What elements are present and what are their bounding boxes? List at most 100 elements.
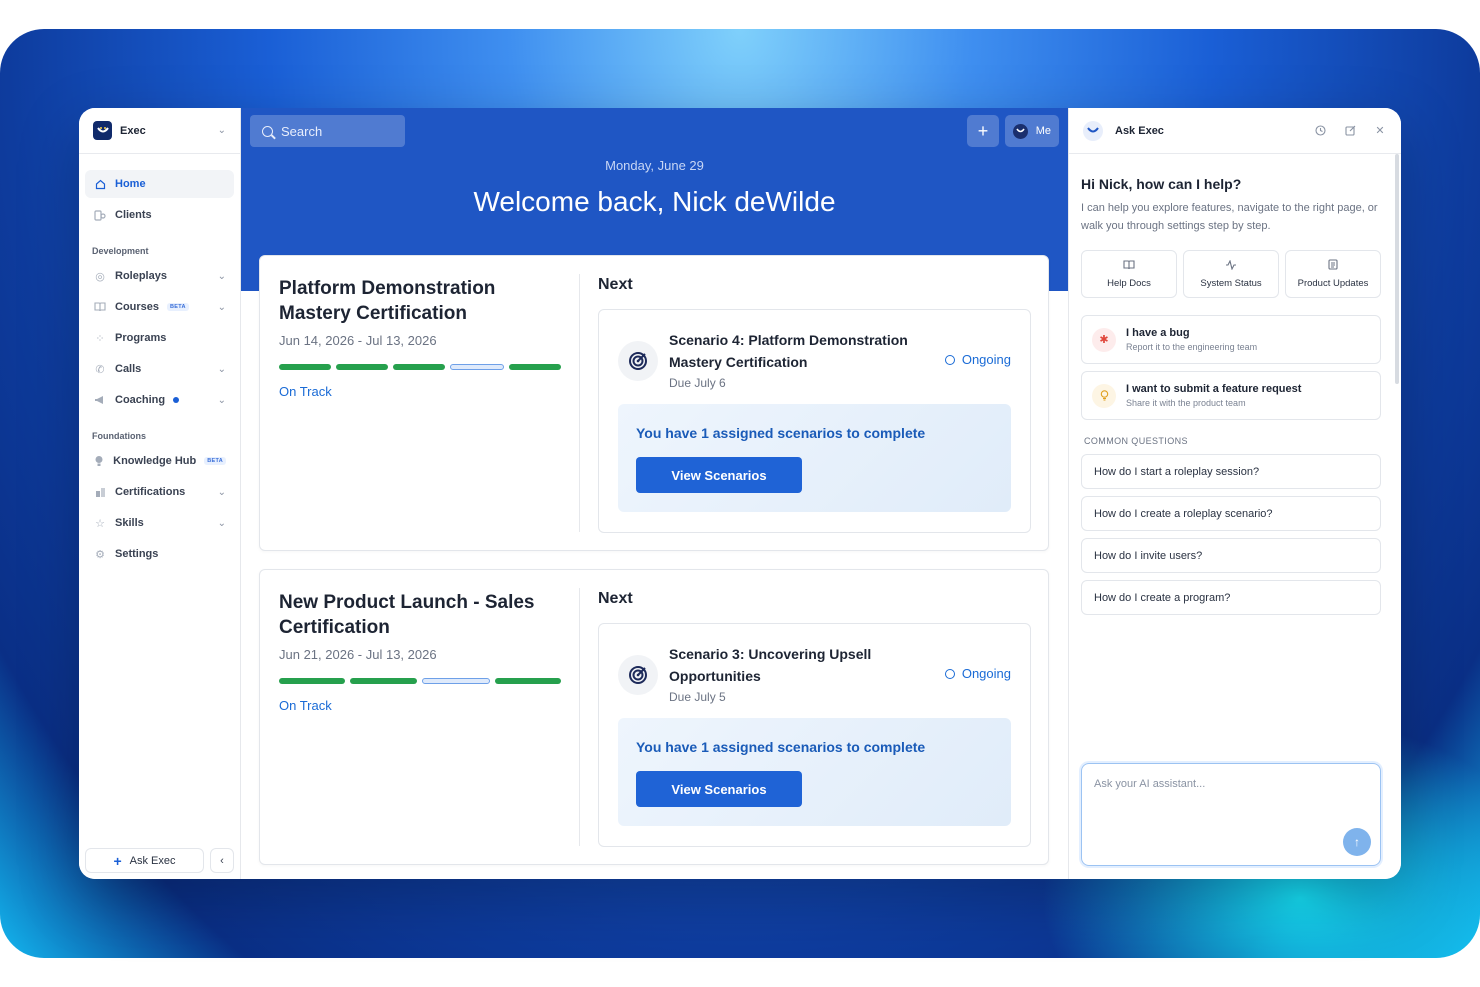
megaphone-icon bbox=[93, 393, 107, 407]
common-question-item[interactable]: How do I invite users? bbox=[1081, 538, 1381, 573]
lightbulb-icon bbox=[93, 454, 105, 468]
scenario-due-date: Due July 5 bbox=[669, 690, 726, 704]
scenario-card: Scenario 4: Platform Demonstration Maste… bbox=[598, 309, 1031, 533]
chevron-down-icon: ⌄ bbox=[217, 125, 226, 136]
chevron-down-icon[interactable]: ⌄ bbox=[218, 364, 226, 375]
panel-scrollbar[interactable] bbox=[1395, 154, 1399, 384]
collapse-sidebar-button[interactable]: ‹ bbox=[210, 848, 234, 873]
panel-header: Ask Exec ✕ bbox=[1069, 108, 1401, 154]
nav-development: ◎ Roleplays ⌄ Courses BETA ⌄ ⁘ Programs … bbox=[79, 262, 240, 414]
card-divider bbox=[579, 274, 580, 532]
roleplays-icon: ◎ bbox=[95, 270, 105, 283]
certification-status: On Track bbox=[279, 698, 332, 713]
progress-segment-current bbox=[421, 678, 490, 684]
sidebar-footer: + Ask Exec ‹ bbox=[85, 848, 234, 873]
feature-request-button[interactable]: I want to submit a feature request Share… bbox=[1081, 371, 1381, 420]
assigned-scenarios-callout: You have 1 assigned scenarios to complet… bbox=[618, 404, 1011, 512]
chevron-down-icon[interactable]: ⌄ bbox=[218, 302, 226, 313]
clients-icon bbox=[93, 208, 107, 222]
scenario-title[interactable]: Scenario 3: Uncovering Upsell Opportunit… bbox=[669, 643, 939, 687]
sidebar-item-label: Knowledge Hub bbox=[113, 455, 197, 467]
sidebar-item-certifications[interactable]: Certifications ⌄ bbox=[85, 478, 234, 506]
sidebar-item-label: Roleplays bbox=[115, 270, 167, 282]
profile-button[interactable]: Me bbox=[1005, 115, 1059, 147]
history-icon[interactable] bbox=[1313, 124, 1327, 138]
create-button[interactable]: + bbox=[967, 115, 999, 147]
next-heading: Next bbox=[598, 276, 633, 293]
chevron-down-icon[interactable]: ⌄ bbox=[218, 518, 226, 529]
certification-dates: Jun 14, 2026 - Jul 13, 2026 bbox=[279, 333, 437, 348]
progress-segment-complete bbox=[279, 678, 346, 684]
view-scenarios-button[interactable]: View Scenarios bbox=[636, 771, 802, 807]
certification-card: Platform Demonstration Mastery Certifica… bbox=[259, 255, 1049, 551]
star-icon: ☆ bbox=[95, 517, 105, 530]
quick-link-label: Product Updates bbox=[1297, 278, 1369, 289]
status-badge: Ongoing bbox=[944, 666, 1011, 681]
action-subtitle: Share it with the product team bbox=[1126, 398, 1246, 408]
lightbulb-icon bbox=[1092, 383, 1116, 408]
sidebar-item-skills[interactable]: ☆ Skills ⌄ bbox=[85, 509, 234, 537]
sidebar-item-home[interactable]: Home bbox=[85, 170, 234, 198]
status-ring-icon bbox=[944, 354, 955, 365]
sidebar-item-settings[interactable]: ⚙ Settings bbox=[85, 540, 234, 568]
chevron-down-icon[interactable]: ⌄ bbox=[218, 395, 226, 406]
send-button[interactable]: ↑ bbox=[1343, 828, 1371, 856]
ask-exec-button[interactable]: + Ask Exec bbox=[85, 848, 204, 873]
certificate-icon bbox=[93, 485, 107, 499]
certification-title[interactable]: Platform Demonstration Mastery Certifica… bbox=[279, 276, 561, 326]
home-icon bbox=[93, 177, 107, 191]
assigned-scenarios-text: You have 1 assigned scenarios to complet… bbox=[636, 425, 926, 441]
sidebar-item-label: Clients bbox=[115, 209, 152, 221]
sparkle-icon: + bbox=[113, 852, 122, 869]
report-bug-button[interactable]: ✱ I have a bug Report it to the engineer… bbox=[1081, 315, 1381, 364]
plus-icon: + bbox=[977, 120, 989, 141]
certification-title[interactable]: New Product Launch - Sales Certification bbox=[279, 590, 561, 640]
next-heading: Next bbox=[598, 590, 633, 607]
view-scenarios-button[interactable]: View Scenarios bbox=[636, 457, 802, 493]
common-question-item[interactable]: How do I create a program? bbox=[1081, 580, 1381, 615]
sidebar-item-courses[interactable]: Courses BETA ⌄ bbox=[85, 293, 234, 321]
certification-summary: Platform Demonstration Mastery Certifica… bbox=[279, 276, 561, 399]
assigned-scenarios-text: You have 1 assigned scenarios to complet… bbox=[636, 739, 926, 755]
sidebar-item-label: Calls bbox=[115, 363, 142, 375]
common-question-item[interactable]: How do I create a roleplay scenario? bbox=[1081, 496, 1381, 531]
common-questions-heading: COMMON QUESTIONS bbox=[1084, 436, 1188, 446]
ask-exec-label: Ask Exec bbox=[129, 854, 176, 867]
chevron-down-icon[interactable]: ⌄ bbox=[218, 487, 226, 498]
search-icon bbox=[262, 125, 273, 137]
progress-segment-current bbox=[450, 364, 504, 370]
sidebar-item-calls[interactable]: ✆ Calls ⌄ bbox=[85, 355, 234, 383]
system-status-button[interactable]: System Status bbox=[1183, 250, 1279, 298]
common-question-item[interactable]: How do I start a roleplay session? bbox=[1081, 454, 1381, 489]
gear-icon: ⚙ bbox=[95, 548, 105, 561]
sidebar-item-label: Home bbox=[115, 178, 146, 190]
sidebar-item-coaching[interactable]: Coaching ⌄ bbox=[85, 386, 234, 414]
search-input[interactable]: Search bbox=[250, 115, 405, 147]
target-icon bbox=[618, 655, 658, 695]
sidebar-item-programs[interactable]: ⁘ Programs bbox=[85, 324, 234, 352]
sidebar-item-knowledge-hub[interactable]: Knowledge Hub BETA bbox=[85, 447, 234, 475]
chat-input[interactable]: Ask your AI assistant... ↑ bbox=[1081, 763, 1381, 866]
nav-foundations: Knowledge Hub BETA Certifications ⌄ ☆ Sk… bbox=[79, 447, 240, 568]
progress-segment-complete bbox=[336, 364, 388, 370]
chevron-down-icon[interactable]: ⌄ bbox=[218, 271, 226, 282]
scenario-title[interactable]: Scenario 4: Platform Demonstration Maste… bbox=[669, 329, 939, 373]
phone-icon: ✆ bbox=[95, 363, 105, 376]
ask-exec-panel: Ask Exec ✕ Hi Nick, how can I help? I ca… bbox=[1068, 108, 1401, 879]
sidebar-item-label: Settings bbox=[115, 548, 159, 560]
help-docs-button[interactable]: Help Docs bbox=[1081, 250, 1177, 298]
sidebar-item-roleplays[interactable]: ◎ Roleplays ⌄ bbox=[85, 262, 234, 290]
workspace-switcher[interactable]: Exec ⌄ bbox=[79, 108, 240, 154]
quick-link-label: System Status bbox=[1200, 277, 1262, 289]
action-text: I have a bug Report it to the engineerin… bbox=[1126, 327, 1257, 352]
sidebar: Exec ⌄ Home Clients Development ◎ Rolepl… bbox=[79, 108, 241, 879]
close-icon[interactable]: ✕ bbox=[1373, 124, 1387, 138]
welcome-title: Welcome back, Nick deWilde bbox=[473, 186, 836, 217]
product-updates-button[interactable]: Product Updates bbox=[1285, 250, 1381, 298]
new-chat-icon[interactable] bbox=[1343, 124, 1357, 138]
sidebar-item-clients[interactable]: Clients bbox=[85, 201, 234, 229]
book-icon bbox=[1123, 259, 1135, 273]
quick-link-label: Help Docs bbox=[1107, 277, 1151, 289]
action-title: I have a bug bbox=[1126, 327, 1190, 339]
sidebar-item-label: Certifications bbox=[115, 486, 186, 498]
